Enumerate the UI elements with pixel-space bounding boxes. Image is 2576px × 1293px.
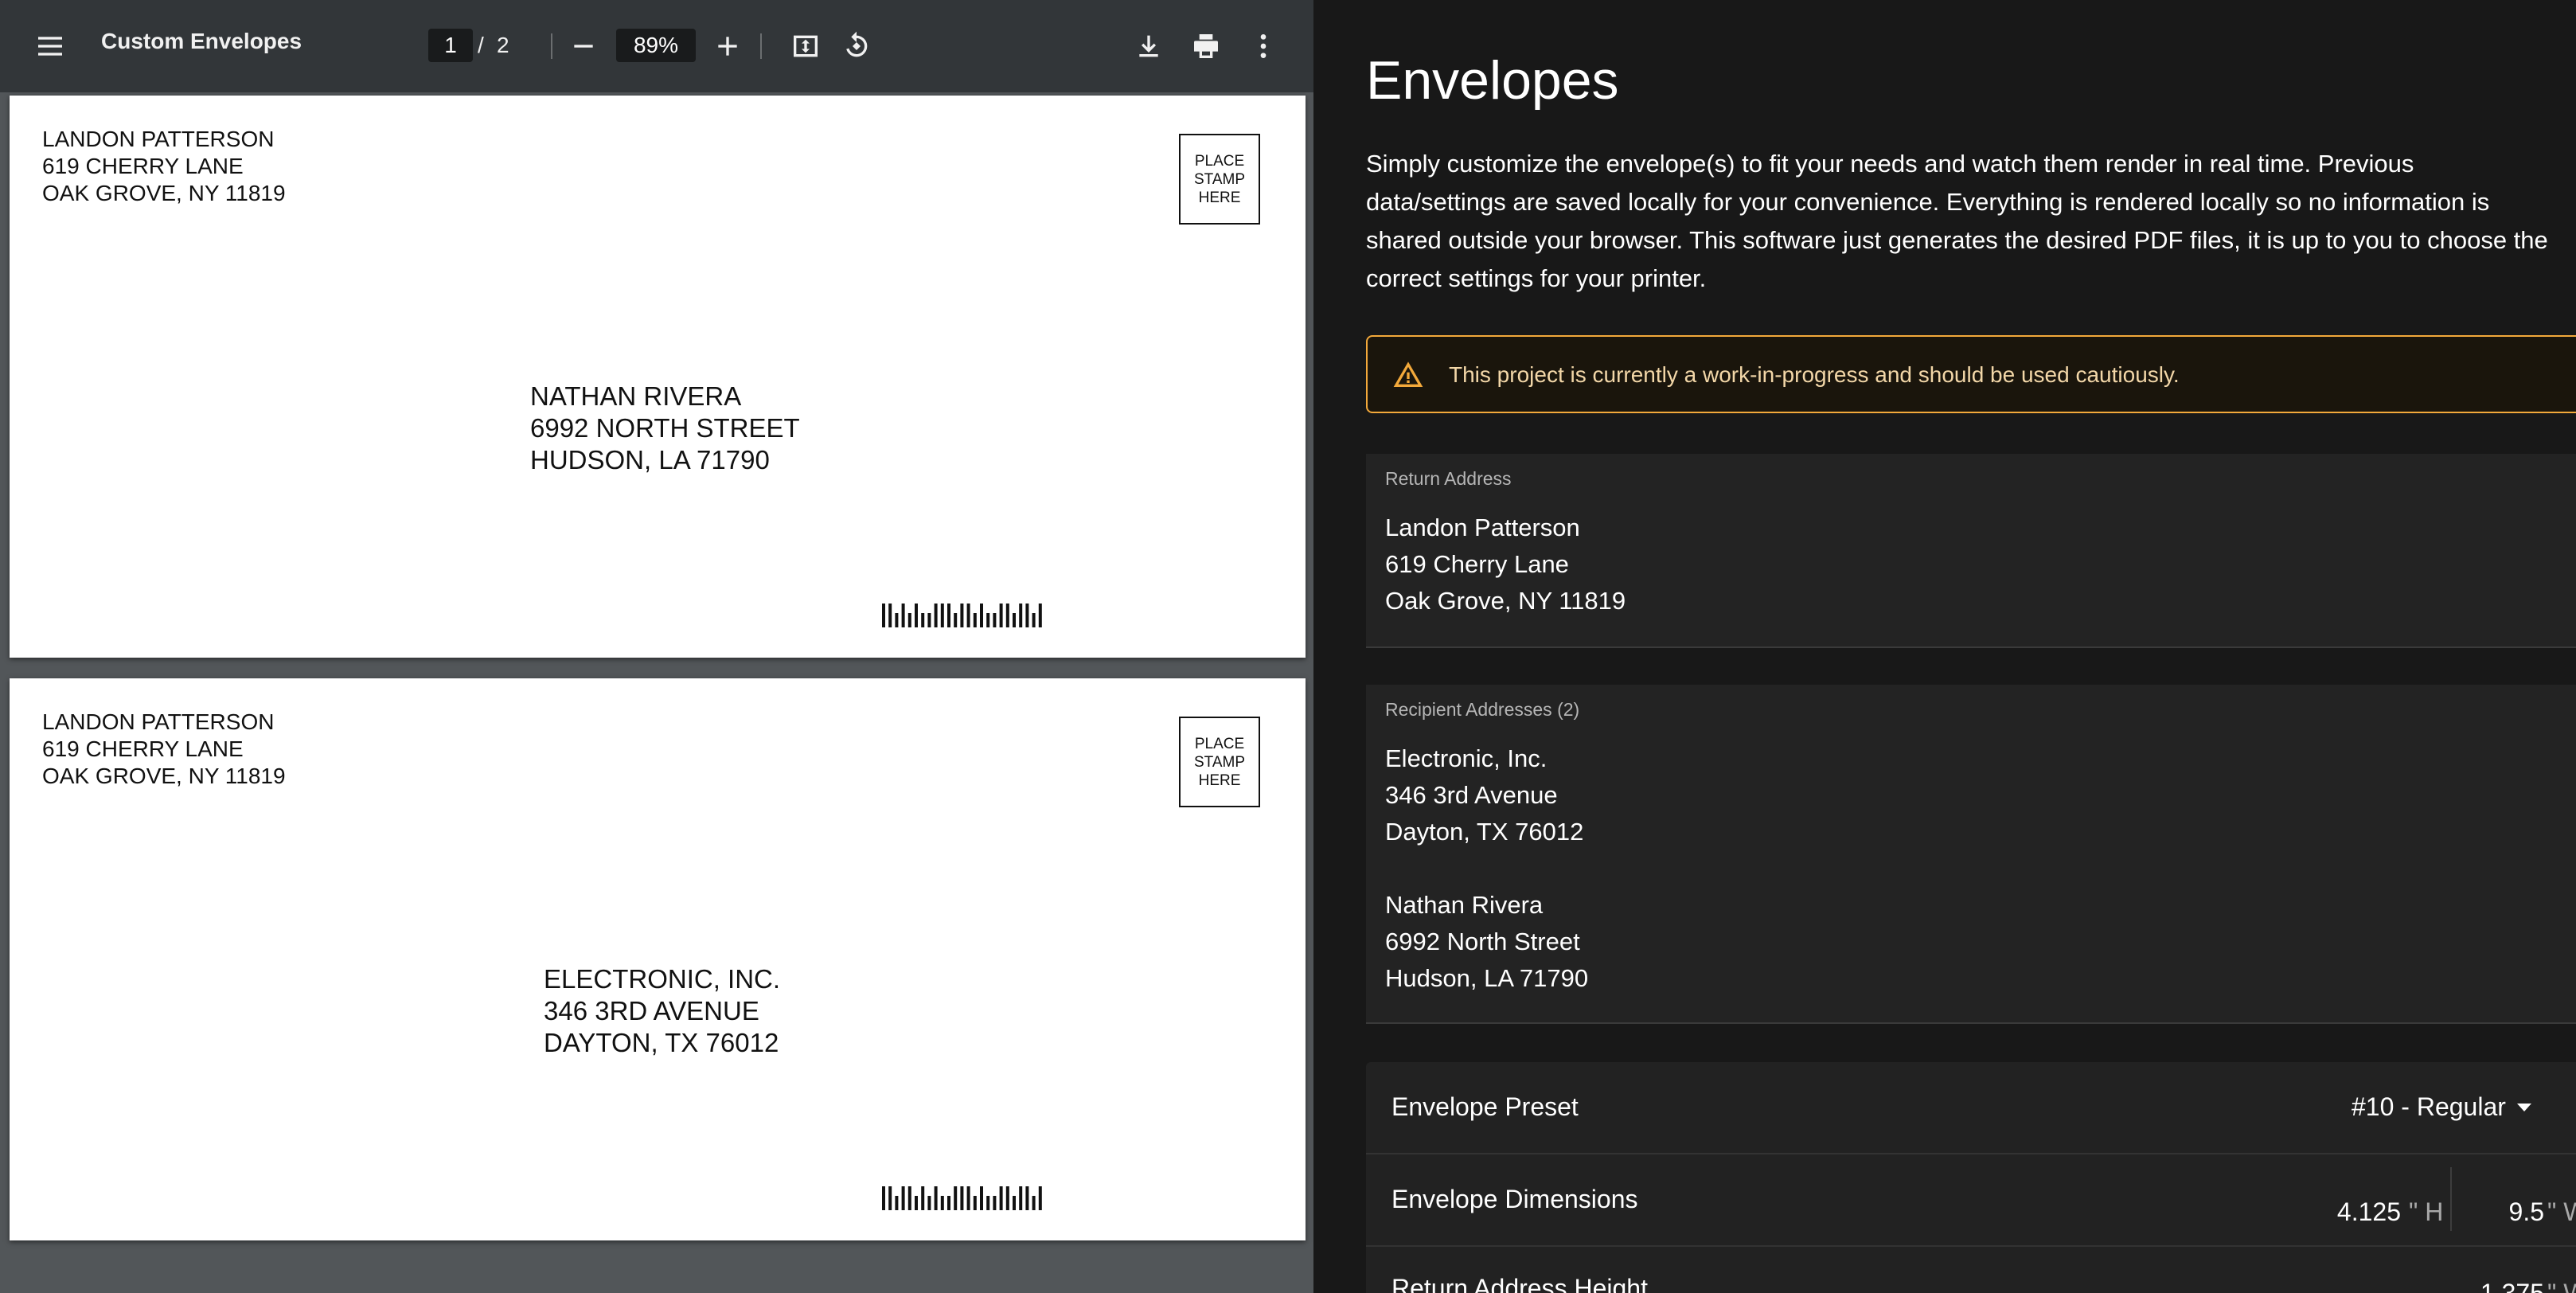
stamp-line: HERE <box>1198 772 1241 789</box>
envelope-preset-row: Envelope Preset #10 - Regular <box>1366 1062 2576 1154</box>
envelope-page-2: LANDON PATTERSON 619 CHERRY LANE OAK GRO… <box>10 678 1306 1240</box>
return-line: LANDON PATTERSON <box>42 709 275 734</box>
envelope-dimensions-row: Envelope Dimensions 4.125 " H 9.5 " W <box>1366 1154 2576 1247</box>
toolbar-divider <box>760 33 762 59</box>
stamp-line: PLACE <box>1194 152 1245 170</box>
text-line: Oak Grove, NY 11819 <box>1385 587 1626 615</box>
zoom-out-icon[interactable] <box>561 24 606 68</box>
text-line: Landon Patterson <box>1385 514 1580 541</box>
stamp-placeholder: PLACE STAMP HERE <box>1179 134 1260 225</box>
envelope-width-input[interactable]: 9.5 <box>2465 1197 2544 1227</box>
stamp-line: HERE <box>1198 189 1241 206</box>
return-address-value[interactable]: Landon Patterson 619 Cherry Lane Oak Gro… <box>1385 510 1626 619</box>
stamp-line: STAMP <box>1193 753 1246 771</box>
page-title: Envelopes <box>1366 50 1619 111</box>
return-line: 619 CHERRY LANE <box>42 154 244 178</box>
warning-alert: This project is currently a work-in-prog… <box>1366 335 2576 413</box>
postal-barcode <box>882 1186 1042 1210</box>
pdf-viewer: Custom Envelopes 1 / 2 89% LANDON PATTER… <box>0 0 1313 1293</box>
settings-panel: Envelopes Simply customize the envelope(… <box>1315 0 2576 1293</box>
more-vert-icon[interactable] <box>1241 24 1286 68</box>
recipient-addresses-label: Recipient Addresses (2) <box>1385 699 1580 720</box>
recipient-line: NATHAN RIVERA <box>530 381 742 411</box>
envelope-width-unit: " W <box>2547 1197 2576 1226</box>
recipient-line: ELECTRONIC, INC. <box>544 964 781 994</box>
fit-page-icon[interactable] <box>783 24 828 68</box>
return-line: OAK GROVE, NY 11819 <box>42 181 286 205</box>
envelope-settings: Envelope Preset #10 - Regular Envelope D… <box>1366 1062 2576 1293</box>
return-address-height-unit: " W <box>2547 1279 2576 1293</box>
return-line: OAK GROVE, NY 11819 <box>42 764 286 788</box>
envelope-page-1: LANDON PATTERSON 619 CHERRY LANE OAK GRO… <box>10 96 1306 658</box>
toolbar-divider <box>551 33 552 59</box>
chevron-down-icon <box>2516 1103 2531 1111</box>
return-line: 619 CHERRY LANE <box>42 736 244 761</box>
envelope-height-input[interactable]: 4.125 <box>2321 1197 2401 1227</box>
envelope-preset-select[interactable]: #10 - Regular <box>2352 1092 2531 1122</box>
rotate-icon[interactable] <box>834 24 879 68</box>
return-address-height-input[interactable]: 1.375 <box>2465 1279 2544 1293</box>
recipient-addresses-field[interactable]: Recipient Addresses (2) Electronic, Inc.… <box>1366 685 2576 1024</box>
return-address-label: Return Address <box>1385 468 1512 489</box>
warning-text: This project is currently a work-in-prog… <box>1449 362 2180 387</box>
zoom-in-icon[interactable] <box>705 24 750 68</box>
envelope-return-address: LANDON PATTERSON 619 CHERRY LANE OAK GRO… <box>42 709 286 790</box>
text-line: Electronic, Inc. <box>1385 744 1548 772</box>
envelope-dimensions-label: Envelope Dimensions <box>1391 1185 1638 1213</box>
stamp-line: STAMP <box>1193 170 1246 188</box>
print-icon[interactable] <box>1184 24 1228 68</box>
text-line: 619 Cherry Lane <box>1385 550 1569 578</box>
recipient-line: DAYTON, TX 76012 <box>544 1028 779 1057</box>
recipient-line: HUDSON, LA 71790 <box>530 445 770 475</box>
envelope-recipient-address: ELECTRONIC, INC. 346 3RD AVENUE DAYTON, … <box>544 963 780 1059</box>
page-separator: / <box>478 33 484 57</box>
text-line: Dayton, TX 76012 <box>1385 818 1584 846</box>
envelope-height-unit: " H <box>2409 1197 2444 1226</box>
menu-icon[interactable] <box>28 24 72 68</box>
return-address-height-row: Return Address Height 1.375 " W <box>1366 1247 2576 1293</box>
warning-icon <box>1393 361 1423 387</box>
page-total: 2 <box>497 33 509 57</box>
envelope-preset-value: #10 - Regular <box>2352 1092 2506 1121</box>
recipient-addresses-value[interactable]: Electronic, Inc. 346 3rd Avenue Dayton, … <box>1385 740 1588 997</box>
return-address-field[interactable]: Return Address Landon Patterson 619 Cher… <box>1366 454 2576 648</box>
recipient-line: 6992 NORTH STREET <box>530 413 800 443</box>
page-number-input[interactable]: 1 <box>428 29 473 62</box>
stamp-line: PLACE <box>1194 735 1245 752</box>
zoom-level-input[interactable]: 89% <box>616 29 696 62</box>
text-line: Hudson, LA 71790 <box>1385 964 1589 992</box>
text-line: 6992 North Street <box>1385 928 1580 955</box>
return-address-height-label: Return Address Height <box>1391 1274 1648 1293</box>
return-line: LANDON PATTERSON <box>42 127 275 151</box>
envelope-recipient-address: NATHAN RIVERA 6992 NORTH STREET HUDSON, … <box>530 381 800 476</box>
postal-barcode <box>882 604 1042 627</box>
page-description: Simply customize the envelope(s) to fit … <box>1366 150 2548 292</box>
envelope-return-address: LANDON PATTERSON 619 CHERRY LANE OAK GRO… <box>42 126 286 207</box>
stamp-placeholder: PLACE STAMP HERE <box>1179 717 1260 807</box>
envelope-preset-label: Envelope Preset <box>1391 1092 1579 1121</box>
text-line: Nathan Rivera <box>1385 891 1544 919</box>
text-line: 346 3rd Avenue <box>1385 781 1558 809</box>
document-title: Custom Envelopes <box>101 29 302 53</box>
field-divider <box>2450 1167 2452 1231</box>
pdf-toolbar: Custom Envelopes 1 / 2 89% <box>0 0 1313 92</box>
download-icon[interactable] <box>1126 24 1171 68</box>
recipient-line: 346 3RD AVENUE <box>544 996 759 1025</box>
